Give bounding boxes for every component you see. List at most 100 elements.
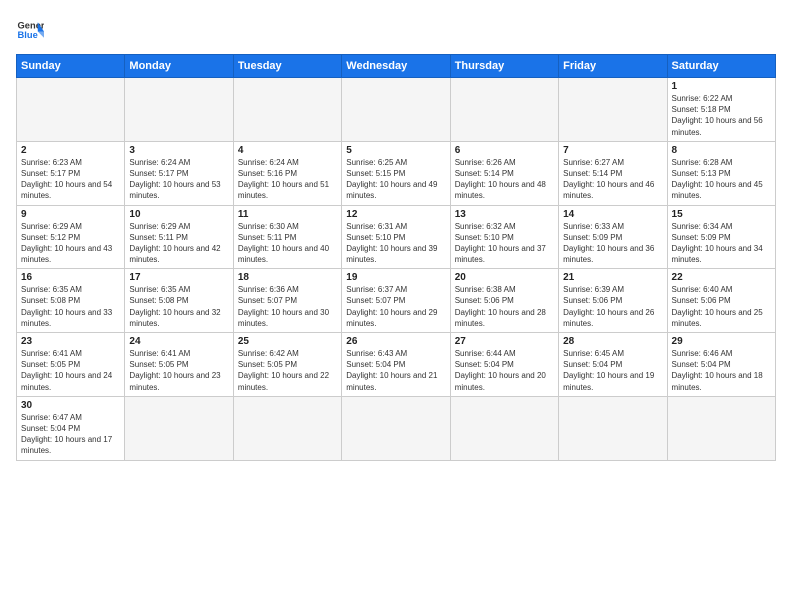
day-info: Sunrise: 6:42 AMSunset: 5:05 PMDaylight:… <box>238 348 337 393</box>
day-info: Sunrise: 6:29 AMSunset: 5:11 PMDaylight:… <box>129 221 228 266</box>
day-info: Sunrise: 6:25 AMSunset: 5:15 PMDaylight:… <box>346 157 445 202</box>
day-info: Sunrise: 6:46 AMSunset: 5:04 PMDaylight:… <box>672 348 771 393</box>
calendar-cell: 25Sunrise: 6:42 AMSunset: 5:05 PMDayligh… <box>233 333 341 397</box>
day-number: 17 <box>129 272 228 283</box>
day-info: Sunrise: 6:36 AMSunset: 5:07 PMDaylight:… <box>238 284 337 329</box>
calendar-cell: 10Sunrise: 6:29 AMSunset: 5:11 PMDayligh… <box>125 205 233 269</box>
day-number: 28 <box>563 336 662 347</box>
calendar-cell: 16Sunrise: 6:35 AMSunset: 5:08 PMDayligh… <box>17 269 125 333</box>
weekday-header-row: SundayMondayTuesdayWednesdayThursdayFrid… <box>17 55 776 78</box>
calendar-cell: 11Sunrise: 6:30 AMSunset: 5:11 PMDayligh… <box>233 205 341 269</box>
day-number: 30 <box>21 400 120 411</box>
week-row-2: 2Sunrise: 6:23 AMSunset: 5:17 PMDaylight… <box>17 141 776 205</box>
calendar-cell: 29Sunrise: 6:46 AMSunset: 5:04 PMDayligh… <box>667 333 775 397</box>
week-row-1: 1Sunrise: 6:22 AMSunset: 5:18 PMDaylight… <box>17 78 776 142</box>
calendar-cell: 7Sunrise: 6:27 AMSunset: 5:14 PMDaylight… <box>559 141 667 205</box>
day-info: Sunrise: 6:24 AMSunset: 5:16 PMDaylight:… <box>238 157 337 202</box>
day-info: Sunrise: 6:24 AMSunset: 5:17 PMDaylight:… <box>129 157 228 202</box>
day-info: Sunrise: 6:35 AMSunset: 5:08 PMDaylight:… <box>129 284 228 329</box>
day-info: Sunrise: 6:39 AMSunset: 5:06 PMDaylight:… <box>563 284 662 329</box>
calendar-cell: 4Sunrise: 6:24 AMSunset: 5:16 PMDaylight… <box>233 141 341 205</box>
day-info: Sunrise: 6:34 AMSunset: 5:09 PMDaylight:… <box>672 221 771 266</box>
day-number: 9 <box>21 209 120 220</box>
day-number: 25 <box>238 336 337 347</box>
calendar-cell: 17Sunrise: 6:35 AMSunset: 5:08 PMDayligh… <box>125 269 233 333</box>
calendar-cell: 5Sunrise: 6:25 AMSunset: 5:15 PMDaylight… <box>342 141 450 205</box>
calendar-cell: 27Sunrise: 6:44 AMSunset: 5:04 PMDayligh… <box>450 333 558 397</box>
day-number: 4 <box>238 145 337 156</box>
day-number: 24 <box>129 336 228 347</box>
calendar-cell: 8Sunrise: 6:28 AMSunset: 5:13 PMDaylight… <box>667 141 775 205</box>
calendar-cell <box>17 78 125 142</box>
day-number: 23 <box>21 336 120 347</box>
weekday-header-tuesday: Tuesday <box>233 55 341 78</box>
calendar-cell <box>667 396 775 460</box>
calendar-cell <box>125 396 233 460</box>
calendar-cell <box>342 396 450 460</box>
day-number: 27 <box>455 336 554 347</box>
day-info: Sunrise: 6:23 AMSunset: 5:17 PMDaylight:… <box>21 157 120 202</box>
day-number: 10 <box>129 209 228 220</box>
day-info: Sunrise: 6:22 AMSunset: 5:18 PMDaylight:… <box>672 93 771 138</box>
day-info: Sunrise: 6:47 AMSunset: 5:04 PMDaylight:… <box>21 412 120 457</box>
day-info: Sunrise: 6:29 AMSunset: 5:12 PMDaylight:… <box>21 221 120 266</box>
weekday-header-friday: Friday <box>559 55 667 78</box>
day-number: 3 <box>129 145 228 156</box>
day-number: 22 <box>672 272 771 283</box>
day-number: 19 <box>346 272 445 283</box>
day-info: Sunrise: 6:27 AMSunset: 5:14 PMDaylight:… <box>563 157 662 202</box>
calendar-cell: 1Sunrise: 6:22 AMSunset: 5:18 PMDaylight… <box>667 78 775 142</box>
day-number: 6 <box>455 145 554 156</box>
day-number: 20 <box>455 272 554 283</box>
calendar-cell: 2Sunrise: 6:23 AMSunset: 5:17 PMDaylight… <box>17 141 125 205</box>
day-info: Sunrise: 6:44 AMSunset: 5:04 PMDaylight:… <box>455 348 554 393</box>
calendar-cell: 24Sunrise: 6:41 AMSunset: 5:05 PMDayligh… <box>125 333 233 397</box>
day-number: 18 <box>238 272 337 283</box>
calendar-cell <box>233 396 341 460</box>
calendar-cell <box>125 78 233 142</box>
logo: General Blue <box>16 16 44 44</box>
svg-text:Blue: Blue <box>18 30 38 40</box>
calendar-cell: 20Sunrise: 6:38 AMSunset: 5:06 PMDayligh… <box>450 269 558 333</box>
day-number: 29 <box>672 336 771 347</box>
calendar-cell: 12Sunrise: 6:31 AMSunset: 5:10 PMDayligh… <box>342 205 450 269</box>
weekday-header-monday: Monday <box>125 55 233 78</box>
day-number: 14 <box>563 209 662 220</box>
day-info: Sunrise: 6:32 AMSunset: 5:10 PMDaylight:… <box>455 221 554 266</box>
page: General Blue SundayMondayTuesdayWednesda… <box>0 0 792 612</box>
day-number: 26 <box>346 336 445 347</box>
calendar-cell: 19Sunrise: 6:37 AMSunset: 5:07 PMDayligh… <box>342 269 450 333</box>
day-number: 8 <box>672 145 771 156</box>
day-number: 7 <box>563 145 662 156</box>
calendar-cell <box>342 78 450 142</box>
day-info: Sunrise: 6:41 AMSunset: 5:05 PMDaylight:… <box>21 348 120 393</box>
calendar-cell <box>450 396 558 460</box>
day-number: 13 <box>455 209 554 220</box>
day-info: Sunrise: 6:31 AMSunset: 5:10 PMDaylight:… <box>346 221 445 266</box>
week-row-5: 23Sunrise: 6:41 AMSunset: 5:05 PMDayligh… <box>17 333 776 397</box>
calendar-cell: 18Sunrise: 6:36 AMSunset: 5:07 PMDayligh… <box>233 269 341 333</box>
day-info: Sunrise: 6:41 AMSunset: 5:05 PMDaylight:… <box>129 348 228 393</box>
day-info: Sunrise: 6:28 AMSunset: 5:13 PMDaylight:… <box>672 157 771 202</box>
calendar-cell: 22Sunrise: 6:40 AMSunset: 5:06 PMDayligh… <box>667 269 775 333</box>
day-info: Sunrise: 6:43 AMSunset: 5:04 PMDaylight:… <box>346 348 445 393</box>
day-info: Sunrise: 6:33 AMSunset: 5:09 PMDaylight:… <box>563 221 662 266</box>
calendar-cell: 13Sunrise: 6:32 AMSunset: 5:10 PMDayligh… <box>450 205 558 269</box>
calendar-cell: 30Sunrise: 6:47 AMSunset: 5:04 PMDayligh… <box>17 396 125 460</box>
day-number: 2 <box>21 145 120 156</box>
calendar-cell: 15Sunrise: 6:34 AMSunset: 5:09 PMDayligh… <box>667 205 775 269</box>
calendar-cell: 9Sunrise: 6:29 AMSunset: 5:12 PMDaylight… <box>17 205 125 269</box>
calendar-cell <box>559 78 667 142</box>
calendar-cell: 21Sunrise: 6:39 AMSunset: 5:06 PMDayligh… <box>559 269 667 333</box>
weekday-header-saturday: Saturday <box>667 55 775 78</box>
weekday-header-thursday: Thursday <box>450 55 558 78</box>
day-info: Sunrise: 6:35 AMSunset: 5:08 PMDaylight:… <box>21 284 120 329</box>
day-number: 21 <box>563 272 662 283</box>
logo-icon: General Blue <box>16 16 44 44</box>
day-info: Sunrise: 6:40 AMSunset: 5:06 PMDaylight:… <box>672 284 771 329</box>
calendar-table: SundayMondayTuesdayWednesdayThursdayFrid… <box>16 54 776 461</box>
day-number: 12 <box>346 209 445 220</box>
day-number: 1 <box>672 81 771 92</box>
day-info: Sunrise: 6:30 AMSunset: 5:11 PMDaylight:… <box>238 221 337 266</box>
day-number: 15 <box>672 209 771 220</box>
